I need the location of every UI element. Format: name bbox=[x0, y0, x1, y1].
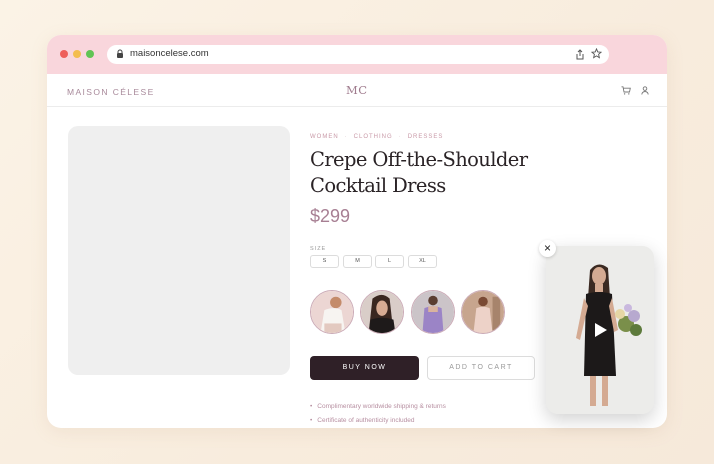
user-icon[interactable] bbox=[641, 86, 649, 95]
star-icon[interactable] bbox=[591, 48, 602, 59]
cart-icon[interactable] bbox=[621, 86, 631, 95]
site-header: MAISON CÉLESE MC bbox=[47, 74, 667, 107]
breadcrumb-dresses[interactable]: DRESSES bbox=[408, 134, 444, 140]
breadcrumb-women[interactable]: WOMEN bbox=[310, 134, 339, 140]
style-swatch-blush-dress[interactable] bbox=[461, 290, 505, 334]
size-label: SIZE bbox=[310, 246, 327, 252]
add-to-cart-button[interactable]: ADD TO CART bbox=[427, 356, 535, 380]
product-title: Crepe Off-the-Shoulder Cocktail Dress bbox=[310, 148, 528, 197]
url-text: maisoncelese.com bbox=[130, 48, 209, 59]
play-icon[interactable] bbox=[594, 322, 608, 338]
style-swatch-white-blouse[interactable] bbox=[310, 290, 354, 334]
breadcrumb-clothing[interactable]: CLOTHING bbox=[354, 134, 393, 140]
product-price: $299 bbox=[310, 206, 351, 226]
breadcrumb: WOMEN · CLOTHING · DRESSES bbox=[310, 134, 443, 140]
close-window-dot[interactable] bbox=[60, 50, 68, 58]
maximize-window-dot[interactable] bbox=[86, 50, 94, 58]
size-option-l[interactable]: L bbox=[375, 255, 404, 268]
bullet-icon: • bbox=[310, 417, 313, 424]
browser-toolbar: maisoncelese.com bbox=[47, 35, 667, 74]
product-image[interactable] bbox=[68, 126, 290, 375]
buy-now-button[interactable]: BUY NOW bbox=[310, 356, 419, 380]
bullet-icon: • bbox=[310, 403, 313, 410]
video-popup[interactable] bbox=[546, 246, 654, 414]
perk-certificate-text: Certificate of authenticity included bbox=[317, 417, 415, 424]
perk-shipping-text: Complimentary worldwide shipping & retur… bbox=[317, 403, 446, 410]
lock-icon bbox=[117, 49, 123, 58]
perk-shipping: • Complimentary worldwide shipping & retu… bbox=[310, 403, 446, 410]
site-logo[interactable]: MC bbox=[346, 83, 368, 97]
address-bar[interactable]: maisoncelese.com bbox=[107, 45, 609, 64]
brand-name[interactable]: MAISON CÉLESE bbox=[67, 87, 155, 97]
style-swatch-lilac-outfit[interactable] bbox=[411, 290, 455, 334]
breadcrumb-separator: · bbox=[344, 134, 348, 140]
minimize-window-dot[interactable] bbox=[73, 50, 81, 58]
breadcrumb-separator: · bbox=[398, 134, 402, 140]
size-option-m[interactable]: M bbox=[343, 255, 372, 268]
close-icon[interactable]: × bbox=[539, 240, 556, 257]
share-icon[interactable] bbox=[575, 49, 585, 60]
size-option-s[interactable]: S bbox=[310, 255, 339, 268]
style-swatch-black-dress[interactable] bbox=[360, 290, 404, 334]
size-option-xl[interactable]: XL bbox=[408, 255, 437, 268]
perk-certificate: • Certificate of authenticity included bbox=[310, 417, 414, 424]
